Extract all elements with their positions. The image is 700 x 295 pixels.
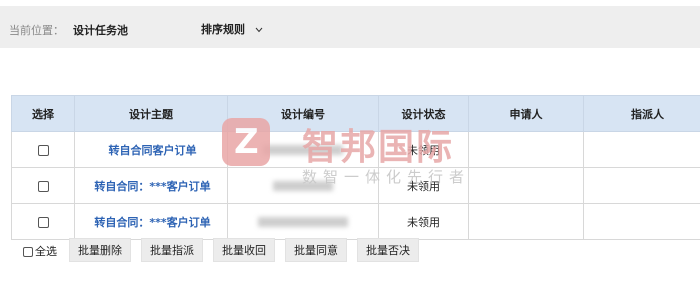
assignee-cell: [583, 167, 700, 204]
batch-delete-button[interactable]: 批量删除: [69, 238, 131, 262]
topic-link[interactable]: 转自合同：***客户订单: [94, 216, 210, 229]
table-row: 转自合同：***客户订单 未领用: [11, 203, 700, 240]
code-cell: [227, 167, 379, 204]
assignee-cell: [583, 131, 700, 168]
row-select-cell: [11, 167, 75, 204]
redacted-code: [263, 145, 343, 155]
status-cell: 未领用: [378, 131, 469, 168]
col-select: 选择: [11, 95, 75, 132]
col-applicant: 申请人: [468, 95, 584, 132]
breadcrumb-label: 当前位置：: [9, 24, 64, 37]
sort-label: 排序规则: [201, 23, 245, 36]
row-checkbox[interactable]: [37, 216, 49, 228]
applicant-cell: [468, 131, 584, 168]
applicant-cell: [468, 203, 584, 240]
row-select-cell: [11, 203, 75, 240]
table-row: 转自合同：***客户订单 未领用: [11, 167, 700, 204]
table-header-row: 选择 设计主题 设计编号 设计状态 申请人 指派人: [11, 95, 700, 132]
row-select-cell: [11, 131, 75, 168]
top-bar: 当前位置： 设计任务池 排序规则: [0, 6, 700, 48]
sort-dropdown[interactable]: 排序规则: [201, 21, 263, 37]
code-cell: [227, 203, 379, 240]
row-checkbox[interactable]: [37, 180, 49, 192]
select-all-label: 全选: [35, 245, 57, 258]
breadcrumb-current: 设计任务池: [73, 24, 128, 37]
status-cell: 未领用: [378, 167, 469, 204]
batch-reject-button[interactable]: 批量否决: [357, 238, 419, 262]
table-row: 转自合同客户订单 未领用: [11, 131, 700, 168]
redacted-code: [273, 181, 333, 191]
batch-approve-button[interactable]: 批量同意: [285, 238, 347, 262]
batch-assign-button[interactable]: 批量指派: [141, 238, 203, 262]
row-checkbox[interactable]: [37, 144, 49, 156]
topic-cell: 转自合同：***客户订单: [74, 203, 228, 240]
applicant-cell: [468, 167, 584, 204]
topic-link[interactable]: 转自合同客户订单: [109, 144, 197, 157]
col-code: 设计编号: [227, 95, 379, 132]
col-status: 设计状态: [378, 95, 469, 132]
task-table: 选择 设计主题 设计编号 设计状态 申请人 指派人 转自合同客户订单 未领用 转…: [11, 95, 700, 240]
select-all-checkbox[interactable]: [23, 247, 33, 257]
topic-cell: 转自合同客户订单: [74, 131, 228, 168]
col-topic: 设计主题: [74, 95, 228, 132]
code-cell: [227, 131, 379, 168]
chevron-down-icon: [255, 27, 263, 33]
batch-recall-button[interactable]: 批量收回: [213, 238, 275, 262]
topic-link[interactable]: 转自合同：***客户订单: [94, 180, 210, 193]
redacted-code: [258, 217, 348, 227]
assignee-cell: [583, 203, 700, 240]
status-cell: 未领用: [378, 203, 469, 240]
select-all[interactable]: 全选: [23, 243, 57, 259]
topic-cell: 转自合同：***客户订单: [74, 167, 228, 204]
col-assignee: 指派人: [583, 95, 700, 132]
